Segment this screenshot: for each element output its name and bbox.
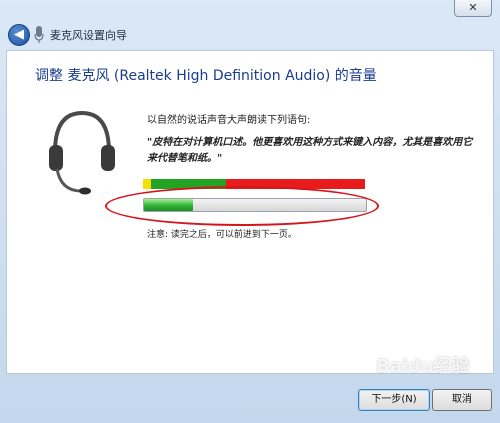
meter-segment-yellow: [143, 179, 151, 189]
close-button[interactable]: ✕: [454, 0, 492, 17]
wizard-window: ✕ ◀ 麦克风设置向导 调整 麦克风 (Realtek High Definit…: [0, 0, 500, 423]
headset-icon: [49, 110, 115, 195]
next-button[interactable]: 下一步(N): [358, 389, 430, 411]
highlight-circle: [105, 186, 379, 226]
watermark: Baidu经验: [376, 356, 470, 377]
microphone-icon: [34, 26, 44, 43]
wizard-content: 调整 麦克风 (Realtek High Definition Audio) 的…: [6, 50, 494, 374]
back-arrow-icon: ◀: [14, 27, 24, 42]
window-title: 麦克风设置向导: [50, 29, 127, 42]
title-bar: ◀ 麦克风设置向导: [0, 20, 500, 50]
back-button[interactable]: ◀: [8, 24, 30, 46]
read-aloud-text: "皮特在对计算机口述。他更喜欢用这种方式来键入内容，尤其是喜欢用它来代替笔和纸。…: [147, 137, 473, 164]
page-heading: 调整 麦克风 (Realtek High Definition Audio) 的…: [35, 68, 377, 84]
instruction-text: 以自然的说话声音大声朗读下列语句:: [147, 115, 311, 126]
cancel-button[interactable]: 取消: [432, 389, 492, 411]
footer: 下一步(N) 取消: [0, 373, 500, 423]
note-text: 注意: 读完之后，可以前进到下一页。: [147, 230, 297, 240]
